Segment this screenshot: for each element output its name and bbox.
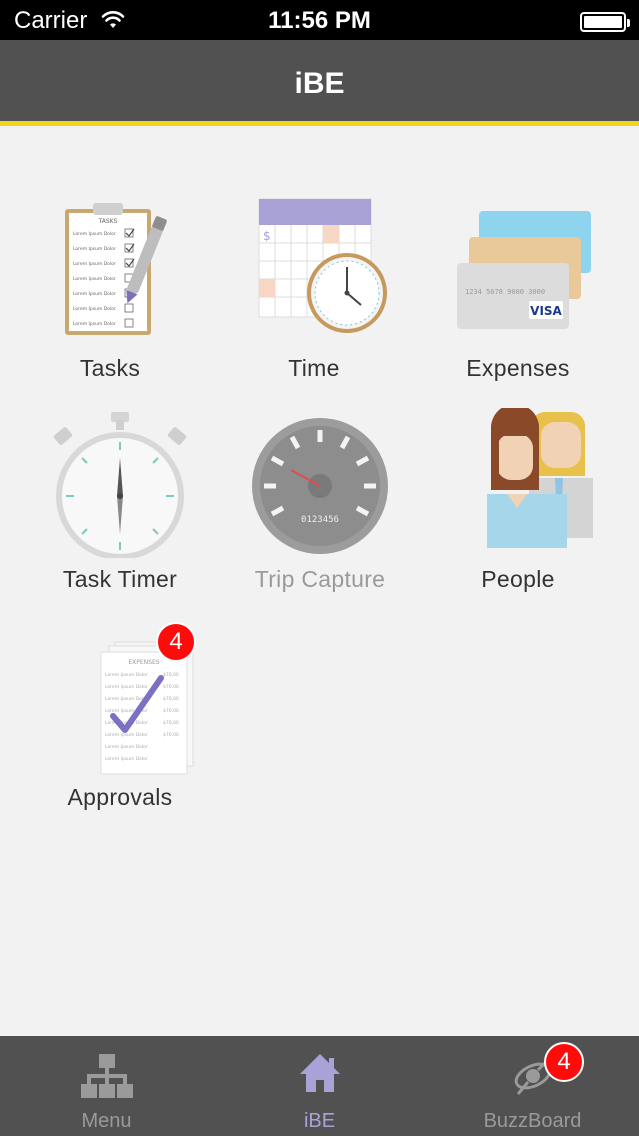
stopwatch-icon bbox=[45, 408, 195, 560]
svg-text:Lorem Ipsum Dolor: Lorem Ipsum Dolor bbox=[105, 756, 148, 762]
tile-label: Trip Capture bbox=[254, 566, 386, 592]
tab-label: iBE bbox=[303, 1110, 336, 1132]
tab-label: BuzzBoard bbox=[483, 1110, 582, 1132]
tile-label: Task Timer bbox=[62, 566, 178, 592]
tab-menu[interactable]: Menu bbox=[0, 1036, 213, 1136]
page-title: iBE bbox=[294, 67, 345, 100]
speedometer-icon: 0123456 bbox=[245, 408, 395, 558]
tile-time[interactable]: $ Time bbox=[208, 195, 420, 395]
tile-trip-capture[interactable]: 0123456 Trip Capture bbox=[214, 408, 426, 608]
buzzboard-badge: 4 bbox=[544, 1042, 584, 1082]
svg-text:EXPENSES: EXPENSES bbox=[128, 659, 159, 666]
svg-text:VISA: VISA bbox=[530, 304, 562, 318]
satellite-icon bbox=[426, 1052, 639, 1100]
svg-text:$70.00: $70.00 bbox=[163, 684, 179, 690]
tab-label: Menu bbox=[81, 1110, 132, 1132]
clock: 11:56 PM bbox=[268, 7, 371, 34]
tile-label: Approvals bbox=[67, 784, 173, 810]
svg-text:0123456: 0123456 bbox=[301, 515, 339, 525]
tile-tasks[interactable]: TASKS Lorem Ipsum Dolor Lorem Ipsum Dolo… bbox=[4, 195, 216, 395]
svg-text:Lorem Ipsum Dolor: Lorem Ipsum Dolor bbox=[105, 672, 148, 678]
battery-icon bbox=[580, 12, 630, 32]
tile-people[interactable]: People bbox=[412, 404, 624, 608]
tile-label: Time bbox=[288, 355, 340, 381]
svg-text:Lorem Ipsum Dolor: Lorem Ipsum Dolor bbox=[105, 732, 148, 738]
svg-text:Lorem Ipsum Dolor: Lorem Ipsum Dolor bbox=[105, 684, 148, 690]
home-icon bbox=[213, 1052, 426, 1100]
approvals-badge: 4 bbox=[156, 622, 196, 662]
svg-text:Lorem Ipsum Dolor: Lorem Ipsum Dolor bbox=[73, 231, 116, 237]
svg-text:TASKS: TASKS bbox=[98, 218, 118, 225]
tile-label: Tasks bbox=[79, 355, 141, 381]
svg-text:Lorem Ipsum Dolor: Lorem Ipsum Dolor bbox=[73, 246, 116, 252]
calendar-clock-icon: $ bbox=[239, 195, 389, 345]
svg-text:$70.00: $70.00 bbox=[163, 732, 179, 738]
tile-label: Expenses bbox=[466, 355, 570, 381]
tab-buzzboard[interactable]: 4 BuzzBoard bbox=[426, 1036, 639, 1136]
svg-text:$: $ bbox=[263, 229, 271, 243]
svg-text:Lorem Ipsum Dolor: Lorem Ipsum Dolor bbox=[73, 321, 116, 327]
svg-text:Lorem Ipsum Dolor: Lorem Ipsum Dolor bbox=[105, 744, 148, 750]
svg-text:$70.00: $70.00 bbox=[163, 720, 179, 726]
people-icon bbox=[443, 404, 593, 558]
svg-text:$70.00: $70.00 bbox=[163, 672, 179, 678]
svg-text:Lorem Ipsum Dolor: Lorem Ipsum Dolor bbox=[73, 306, 116, 312]
svg-text:Lorem Ipsum Dolor: Lorem Ipsum Dolor bbox=[73, 291, 116, 297]
svg-text:$70.00: $70.00 bbox=[163, 696, 179, 702]
clipboard-icon: TASKS Lorem Ipsum Dolor Lorem Ipsum Dolo… bbox=[35, 195, 185, 345]
tab-ibe[interactable]: iBE bbox=[213, 1036, 426, 1136]
svg-text:Lorem Ipsum Dolor: Lorem Ipsum Dolor bbox=[73, 261, 116, 267]
tile-approvals[interactable]: EXPENSES Lorem Ipsum Dolor Lorem Ipsum D… bbox=[14, 622, 226, 818]
svg-text:1234 5678 9000 3000: 1234 5678 9000 3000 bbox=[465, 288, 545, 296]
status-bar: Carrier 11:56 PM bbox=[0, 0, 639, 40]
navigation-bar: iBE bbox=[0, 40, 639, 126]
sitemap-icon bbox=[0, 1052, 213, 1100]
svg-text:Lorem Ipsum Dolor: Lorem Ipsum Dolor bbox=[73, 276, 116, 282]
tile-label: People bbox=[481, 566, 555, 592]
tile-expenses[interactable]: 1234 5678 9000 3000 VISA Expenses bbox=[412, 195, 624, 395]
svg-text:$70.00: $70.00 bbox=[163, 708, 179, 714]
credit-cards-icon: 1234 5678 9000 3000 VISA bbox=[443, 195, 593, 345]
tile-task-timer[interactable]: Task Timer bbox=[14, 408, 226, 608]
tab-bar: Menu iBE 4 BuzzBoard bbox=[0, 1036, 639, 1136]
